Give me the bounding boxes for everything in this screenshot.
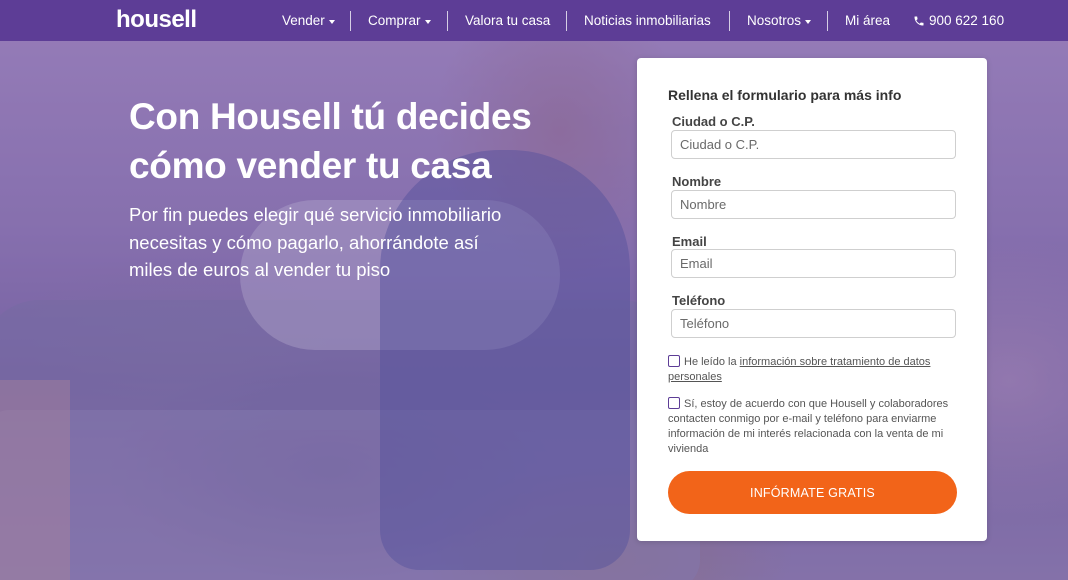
name-input[interactable] bbox=[671, 190, 956, 219]
nav-divider bbox=[827, 11, 828, 31]
form-heading: Rellena el formulario para más info bbox=[668, 87, 902, 103]
privacy-consent-row: He leído la información sobre tratamient… bbox=[668, 355, 960, 385]
hero-subtitle: Por fin puedes elegir qué servicio inmob… bbox=[129, 201, 549, 284]
housell-logo[interactable]: housell bbox=[116, 6, 197, 34]
nav-item-label: Noticias inmobiliarias bbox=[584, 13, 711, 28]
nav-divider bbox=[729, 11, 730, 31]
nav-item-mi-area[interactable]: Mi área bbox=[845, 0, 890, 41]
nav-item-comprar[interactable]: Comprar bbox=[368, 0, 431, 41]
hero-subtitle-line: miles de euros al vender tu piso bbox=[129, 259, 391, 280]
hero-title-line: Con Housell tú decides bbox=[129, 96, 532, 137]
nav-item-noticias[interactable]: Noticias inmobiliarias bbox=[584, 0, 711, 41]
phone-field-label: Teléfono bbox=[672, 293, 726, 308]
nav-phone-link[interactable]: 900 622 160 bbox=[913, 0, 1004, 41]
nav-item-label: Nosotros bbox=[747, 13, 802, 28]
email-input[interactable] bbox=[671, 249, 956, 278]
nav-divider bbox=[447, 11, 448, 31]
email-field-label: Email bbox=[672, 234, 707, 249]
info-request-form: Rellena el formulario para más info Ciud… bbox=[637, 58, 987, 541]
city-field-label: Ciudad o C.P. bbox=[672, 114, 755, 129]
submit-button[interactable]: INFÓRMATE GRATIS bbox=[668, 471, 957, 514]
phone-number: 900 622 160 bbox=[929, 13, 1005, 28]
nav-item-label: Valora tu casa bbox=[465, 13, 551, 28]
hero-title-line: cómo vender tu casa bbox=[129, 145, 492, 186]
privacy-consent-prefix: He leído la bbox=[684, 356, 740, 368]
top-navbar: housell Vender Comprar Valora tu casa No… bbox=[0, 0, 1068, 41]
phone-icon bbox=[914, 16, 924, 25]
hero-subtitle-line: Por fin puedes elegir qué servicio inmob… bbox=[129, 204, 502, 225]
hero-subtitle-line: necesitas y cómo pagarlo, ahorrándote as… bbox=[129, 231, 479, 253]
caret-down-icon bbox=[424, 19, 431, 24]
hero-title: Con Housell tú decides cómo vender tu ca… bbox=[129, 92, 569, 190]
nav-divider bbox=[350, 11, 351, 31]
nav-divider bbox=[566, 11, 567, 31]
name-field-label: Nombre bbox=[672, 174, 722, 189]
nav-item-label: Mi área bbox=[845, 13, 891, 28]
phone-input[interactable] bbox=[671, 309, 956, 338]
nav-item-label: Vender bbox=[282, 13, 325, 28]
nav-item-vender[interactable]: Vender bbox=[282, 0, 335, 41]
caret-down-icon bbox=[328, 19, 335, 24]
contact-consent-checkbox[interactable] bbox=[668, 397, 680, 409]
nav-item-valora[interactable]: Valora tu casa bbox=[465, 0, 550, 41]
contact-consent-row: Sí, estoy de acuerdo con que Housell y c… bbox=[668, 397, 960, 457]
caret-down-icon bbox=[805, 19, 812, 24]
nav-item-nosotros[interactable]: Nosotros bbox=[747, 0, 812, 41]
privacy-checkbox[interactable] bbox=[668, 355, 680, 367]
contact-consent-text: Sí, estoy de acuerdo con que Housell y c… bbox=[668, 398, 949, 455]
city-input[interactable] bbox=[671, 130, 956, 159]
nav-item-label: Comprar bbox=[368, 13, 421, 28]
